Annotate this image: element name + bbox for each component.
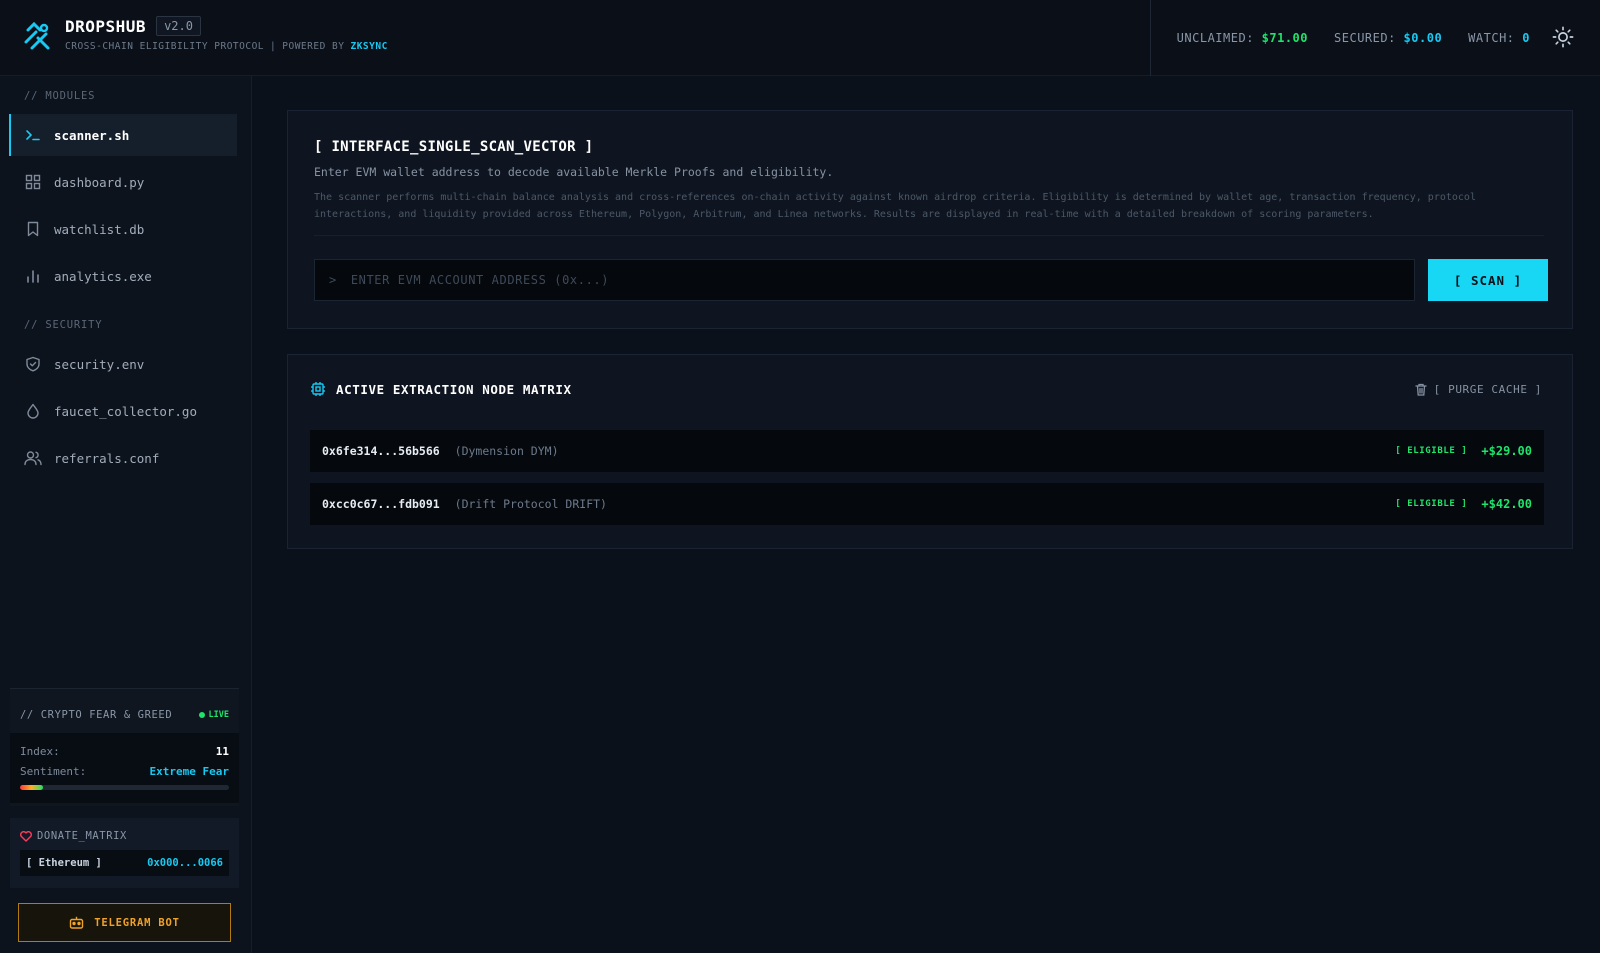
table-row[interactable]: 0x6fe314...56b566 (Dymension DYM) [ ELIG…: [310, 430, 1544, 472]
tagline-text: CROSS-CHAIN ELIGIBILITY PROTOCOL: [65, 41, 265, 52]
bar-chart-icon: [24, 267, 42, 285]
matrix-title: ACTIVE EXTRACTION NODE MATRIX: [336, 381, 572, 397]
address-input-wrapper: >: [314, 259, 1415, 301]
tagline-separator: |: [270, 41, 277, 52]
fear-greed-bar: [20, 785, 229, 790]
stat-watch-label: WATCH:: [1468, 31, 1515, 45]
stat-unclaimed: UNCLAIMED: $71.00: [1177, 31, 1308, 45]
row-amount: +$42.00: [1481, 497, 1532, 511]
extraction-matrix-panel: ACTIVE EXTRACTION NODE MATRIX [ PURGE CA…: [287, 354, 1573, 549]
row-amount: +$29.00: [1481, 444, 1532, 458]
matrix-header: ACTIVE EXTRACTION NODE MATRIX: [310, 381, 572, 397]
live-label: LIVE: [208, 710, 229, 720]
sidebar-item-label: watchlist.db: [54, 221, 145, 237]
sun-icon[interactable]: [1552, 26, 1574, 48]
app-root: DROPSHUB v2.0 CROSS-CHAIN ELIGIBILITY PR…: [0, 0, 1600, 953]
fear-greed-sentiment-value: Extreme Fear: [149, 765, 229, 778]
donate-widget: DONATE_MATRIX [ Ethereum ] 0x000...0066: [10, 818, 239, 888]
fear-greed-index-value: 11: [215, 745, 229, 758]
sidebar-item-label: analytics.exe: [54, 268, 152, 284]
row-address: 0x6fe314...56b566: [322, 444, 440, 458]
droplet-icon: [24, 402, 42, 420]
fear-greed-bar-fill: [20, 785, 43, 790]
stat-watch: WATCH: 0: [1468, 31, 1530, 45]
telegram-bot-button[interactable]: TELEGRAM BOT: [18, 903, 231, 942]
telegram-bot-label: TELEGRAM BOT: [94, 916, 180, 929]
users-icon: [24, 449, 42, 467]
brand-name: DROPSHUB: [65, 16, 147, 36]
scan-description: The scanner performs multi-chain balance…: [314, 189, 1544, 236]
sidebar: // MODULES scanner.sh dashboard.py watch…: [0, 76, 252, 953]
grid-icon: [24, 173, 42, 191]
row-token-name: (Dymension DYM): [454, 444, 559, 458]
donate-address-box[interactable]: [ Ethereum ] 0x000...0066: [20, 850, 229, 876]
stat-secured-label: SECURED:: [1334, 31, 1396, 45]
version-badge: v2.0: [156, 16, 201, 36]
scan-button[interactable]: [ SCAN ]: [1428, 259, 1548, 301]
stat-secured-value: $0.00: [1403, 31, 1443, 45]
security-section-label: // SECURITY: [24, 319, 103, 331]
live-dot-icon: [198, 712, 205, 718]
live-indicator: LIVE: [198, 710, 229, 720]
prompt-chevron-icon: >: [329, 273, 337, 287]
tagline-powered: POWERED BY: [282, 41, 345, 52]
sidebar-item-scanner[interactable]: scanner.sh: [9, 114, 237, 156]
address-input[interactable]: [350, 273, 1351, 287]
sidebar-item-referrals[interactable]: referrals.conf: [10, 437, 237, 479]
donate-address[interactable]: 0x000...0066: [147, 857, 223, 869]
heart-icon: [20, 830, 32, 842]
sidebar-item-label: scanner.sh: [54, 127, 130, 143]
row-token-name: (Drift Protocol DRIFT): [454, 497, 607, 511]
status-badge: [ ELIGIBLE ]: [1395, 499, 1468, 509]
scan-subtitle: Enter EVM wallet address to decode avail…: [314, 165, 834, 179]
sidebar-item-label: faucet_collector.go: [54, 403, 197, 419]
stat-unclaimed-label: UNCLAIMED:: [1176, 31, 1254, 45]
chip-icon: [311, 382, 325, 396]
donate-chain: [ Ethereum ]: [26, 857, 102, 869]
logo-icon: [24, 21, 50, 50]
tagline: CROSS-CHAIN ELIGIBILITY PROTOCOL | POWER…: [65, 41, 388, 52]
header-stats: UNCLAIMED: $71.00 SECURED: $0.00 WATCH: …: [1149, 0, 1530, 76]
scan-title: [ INTERFACE_SINGLE_SCAN_VECTOR ]: [314, 139, 594, 155]
fear-greed-widget: // CRYPTO FEAR & GREED LIVE Index: 11 Se…: [10, 688, 239, 806]
purge-cache-button[interactable]: [ PURGE CACHE ]: [1415, 383, 1542, 396]
matrix-rows: 0x6fe314...56b566 (Dymension DYM) [ ELIG…: [310, 430, 1544, 536]
status-badge: [ ELIGIBLE ]: [1395, 446, 1468, 456]
fear-greed-title: // CRYPTO FEAR & GREED: [20, 709, 173, 721]
tagline-zksync-link[interactable]: ZKSYNC: [350, 41, 387, 52]
sidebar-item-label: referrals.conf: [54, 450, 160, 466]
fear-greed-sentiment-row: Sentiment: Extreme Fear: [20, 765, 229, 778]
bookmark-icon: [24, 220, 42, 238]
table-row[interactable]: 0xcc0c67...fdb091 (Drift Protocol DRIFT)…: [310, 483, 1544, 525]
trash-icon: [1415, 383, 1427, 396]
fear-greed-sentiment-label: Sentiment:: [20, 765, 87, 778]
stat-watch-value: 0: [1522, 31, 1530, 45]
fear-greed-index-label: Index:: [20, 745, 60, 758]
scan-panel: [ INTERFACE_SINGLE_SCAN_VECTOR ] Enter E…: [287, 110, 1573, 329]
terminal-icon: [24, 126, 42, 144]
sidebar-item-label: dashboard.py: [54, 174, 145, 190]
fear-greed-index-row: Index: 11: [20, 745, 229, 758]
donate-title: DONATE_MATRIX: [37, 830, 127, 842]
row-address: 0xcc0c67...fdb091: [322, 497, 440, 511]
top-header: DROPSHUB v2.0 CROSS-CHAIN ELIGIBILITY PR…: [0, 0, 1600, 76]
shield-icon: [24, 355, 42, 373]
purge-cache-label: [ PURGE CACHE ]: [1433, 383, 1542, 396]
sidebar-item-security[interactable]: security.env: [10, 343, 237, 385]
brand: DROPSHUB v2.0 CROSS-CHAIN ELIGIBILITY PR…: [65, 16, 388, 52]
stat-unclaimed-value: $71.00: [1261, 31, 1309, 45]
sidebar-item-faucet-collector[interactable]: faucet_collector.go: [10, 390, 237, 432]
robot-icon: [70, 916, 84, 929]
sidebar-item-analytics[interactable]: analytics.exe: [10, 255, 237, 297]
stat-secured: SECURED: $0.00: [1334, 31, 1442, 45]
sidebar-item-label: security.env: [54, 356, 145, 372]
sidebar-item-watchlist[interactable]: watchlist.db: [10, 208, 237, 250]
modules-section-label: // MODULES: [24, 90, 96, 102]
sidebar-item-dashboard[interactable]: dashboard.py: [10, 161, 237, 203]
